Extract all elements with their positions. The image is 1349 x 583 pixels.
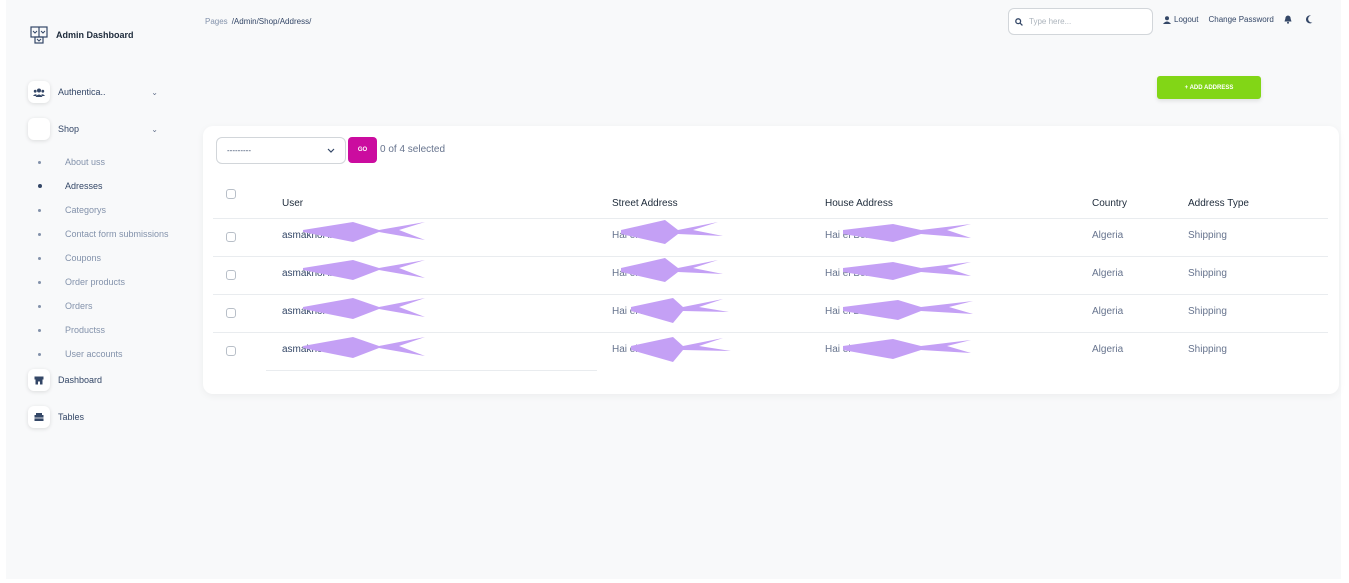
sidebar-item-shop[interactable]: Shop ⌄ — [28, 118, 158, 140]
sidebar-item-dashboard[interactable]: Dashboard — [28, 369, 158, 391]
bullet-icon — [38, 304, 41, 308]
cell-country: Algeria — [1092, 230, 1124, 241]
cell-country: Algeria — [1092, 344, 1124, 355]
bullet-icon — [38, 352, 41, 356]
cell-user[interactable]: asmakhoi inttledz — [282, 230, 359, 241]
moon-icon — [1305, 15, 1313, 24]
store-icon — [28, 369, 50, 391]
sidebar: Admin Dashboard Authentica.. ⌄ Shop ⌄ Ab… — [0, 0, 195, 583]
bullet-icon — [38, 232, 41, 236]
sidebar-item-order-products[interactable]: Order products — [38, 270, 169, 294]
bullet-icon — [38, 280, 41, 284]
breadcrumb: Pages/Admin/Shop/Address/ — [205, 17, 311, 26]
sidebar-item-tables[interactable]: Tables — [28, 406, 158, 428]
user-icon — [1163, 15, 1171, 24]
app-title: Admin Dashboard — [56, 30, 134, 40]
cell-street-address: Hai el B — [612, 306, 648, 317]
row-checkbox[interactable] — [226, 346, 236, 356]
chevron-down-icon: ⌄ — [151, 87, 158, 97]
sidebar-item-orders[interactable]: Orders — [38, 294, 169, 318]
cell-street-address: Hai el B 18 — [612, 230, 661, 241]
sidebar-item-label: Dashboard — [58, 375, 103, 385]
sidebar-item-label: Authentica.. — [58, 87, 106, 97]
cell-house-address: Hai el Ben aif — [825, 344, 885, 355]
row-checkbox[interactable] — [226, 308, 236, 318]
cell-address-type: Shipping — [1188, 230, 1227, 241]
sidebar-item-coupons[interactable]: Coupons — [38, 246, 169, 270]
column-header-address-type[interactable]: Address Type — [1188, 198, 1249, 209]
column-header-house-address[interactable]: House Address — [825, 198, 893, 209]
change-password-link[interactable]: Change Password — [1208, 15, 1273, 24]
cell-house-address: Hai el Ben aif — [825, 268, 885, 279]
search-box — [1008, 8, 1153, 35]
selection-count: 0 of 4 selected — [380, 144, 446, 155]
sidebar-item-adresses[interactable]: Adresses — [38, 174, 169, 198]
cell-user[interactable]: asmakhoi inttledz — [282, 306, 359, 317]
bullet-icon — [38, 256, 41, 260]
cell-user[interactable]: asmakhoi inttledz — [282, 268, 359, 279]
go-button[interactable]: GO — [348, 137, 377, 163]
table-row[interactable]: asmakhoi inttledz Hai el B 18 Hai el Ben… — [213, 219, 1328, 257]
column-header-street-address[interactable]: Street Address — [612, 198, 678, 209]
chevron-down-icon — [327, 148, 335, 153]
bullet-icon — [38, 184, 42, 188]
table-divider — [266, 370, 597, 371]
column-header-user[interactable]: User — [282, 198, 303, 209]
notifications-button[interactable] — [1284, 15, 1295, 24]
table-row[interactable]: asmakhoci inttledz Hai el B Hai el Ben a… — [213, 333, 1328, 371]
shop-submenu: About uss Adresses Categorys Contact for… — [38, 150, 169, 366]
breadcrumb-path: /Admin/Shop/Address/ — [231, 17, 312, 26]
search-icon — [1015, 17, 1023, 26]
breadcrumb-root[interactable]: Pages — [205, 17, 228, 26]
cell-country: Algeria — [1092, 268, 1124, 279]
sidebar-item-productss[interactable]: Productss — [38, 318, 169, 342]
cell-street-address: Hai el B — [612, 344, 648, 355]
cell-address-type: Shipping — [1188, 268, 1227, 279]
theme-toggle[interactable] — [1305, 15, 1316, 24]
cell-address-type: Shipping — [1188, 306, 1227, 317]
brand[interactable]: Admin Dashboard — [30, 26, 134, 44]
search-input[interactable] — [1029, 17, 1139, 26]
users-icon — [28, 81, 50, 103]
cell-street-address: Hai el B 18 — [612, 268, 661, 279]
bullet-icon — [38, 160, 41, 164]
bulk-action-select[interactable]: --------- — [216, 137, 346, 164]
row-checkbox[interactable] — [226, 270, 236, 280]
cell-house-address: Hai el Ben aif — [825, 230, 885, 241]
table-icon — [28, 406, 50, 428]
sidebar-item-label: Tables — [58, 412, 85, 422]
addresses-table: User Street Address House Address Countr… — [213, 184, 1328, 371]
cell-country: Algeria — [1092, 306, 1124, 317]
bullet-icon — [38, 208, 41, 212]
logo-icon — [30, 26, 48, 44]
table-header: User Street Address House Address Countr… — [213, 184, 1328, 219]
shop-icon — [28, 118, 50, 140]
cell-user[interactable]: asmakhoci inttledz — [282, 344, 364, 355]
sidebar-item-categorys[interactable]: Categorys — [38, 198, 169, 222]
logout-link[interactable]: Logout — [1163, 15, 1198, 24]
top-actions: Logout Change Password — [1163, 15, 1326, 24]
table-row[interactable]: asmakhoi inttledz Hai el B Hai el Ben ai… — [213, 295, 1328, 333]
select-value: --------- — [227, 146, 251, 155]
bell-icon — [1284, 15, 1292, 24]
add-address-button[interactable]: + ADD ADDRESS — [1157, 76, 1261, 99]
sidebar-item-user-accounts[interactable]: User accounts — [38, 342, 169, 366]
sidebar-item-label: Shop — [58, 124, 80, 134]
select-all-checkbox[interactable] — [226, 189, 236, 199]
addresses-card: --------- GO 0 of 4 selected User Street… — [203, 126, 1339, 394]
sidebar-item-contact-form-submissions[interactable]: Contact form submissions — [38, 222, 169, 246]
row-checkbox[interactable] — [226, 232, 236, 242]
cell-house-address: Hai el Ben aif — [825, 306, 885, 317]
table-row[interactable]: asmakhoi inttledz Hai el B 18 Hai el Ben… — [213, 257, 1328, 295]
bullet-icon — [38, 328, 41, 332]
sidebar-item-authentication[interactable]: Authentica.. ⌄ — [28, 81, 158, 103]
column-header-country[interactable]: Country — [1092, 198, 1127, 209]
cell-address-type: Shipping — [1188, 344, 1227, 355]
sidebar-item-about-uss[interactable]: About uss — [38, 150, 169, 174]
chevron-down-icon: ⌄ — [151, 124, 158, 134]
